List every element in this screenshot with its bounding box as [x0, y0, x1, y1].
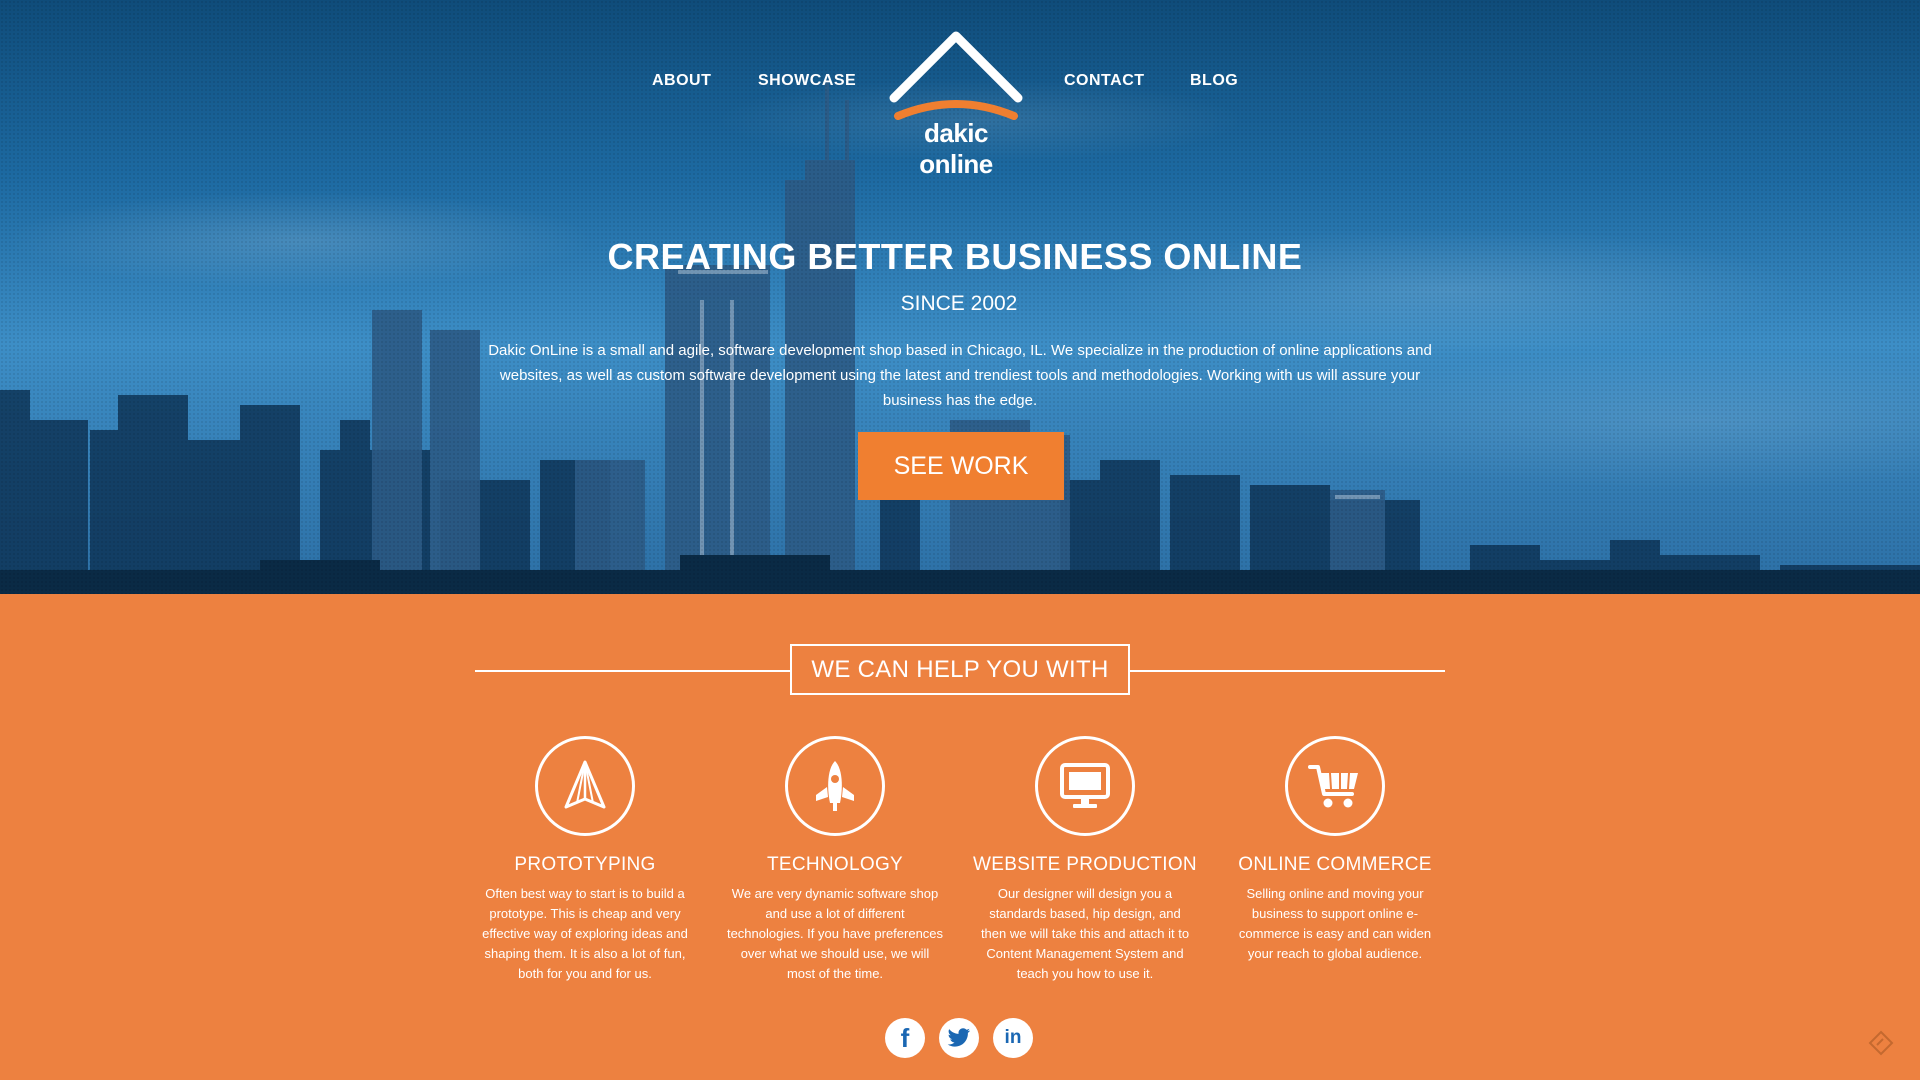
- shopping-cart-icon: [1308, 765, 1358, 808]
- service-title: PROTOTYPING: [514, 854, 656, 875]
- service-title: WEBSITE PRODUCTION: [973, 854, 1197, 875]
- service-description: Selling online and moving your business …: [1238, 886, 1432, 961]
- service-icon-circle: [535, 736, 635, 836]
- services-heading: WE CAN HELP YOU WITH: [790, 644, 1130, 695]
- hero-section: ABOUT SHOWCASE CONTACT BLOG dakic online…: [0, 0, 1920, 594]
- rocket-icon: [816, 761, 854, 811]
- paper-plane-icon: [564, 760, 606, 809]
- service-icon-circle: [1285, 736, 1385, 836]
- service-title: ONLINE COMMERCE: [1238, 854, 1432, 875]
- facebook-icon[interactable]: f: [885, 1018, 925, 1058]
- twitter-icon[interactable]: [939, 1018, 979, 1058]
- heading-divider-right: [1129, 670, 1445, 672]
- logo-wordmark[interactable]: dakic online: [884, 118, 1028, 180]
- service-icon-circle: [785, 736, 885, 836]
- nav-showcase[interactable]: SHOWCASE: [758, 72, 856, 90]
- linkedin-icon[interactable]: in: [993, 1018, 1033, 1058]
- service-technology: TECHNOLOGY We are very dynamic software …: [720, 736, 950, 984]
- service-description: We are very dynamic software shop and us…: [726, 886, 944, 981]
- nav-blog[interactable]: BLOG: [1190, 72, 1238, 90]
- service-title: TECHNOLOGY: [766, 854, 904, 875]
- see-work-button[interactable]: SEE WORK: [858, 432, 1064, 500]
- monitor-icon: [1060, 763, 1110, 808]
- heading-divider-left: [475, 670, 791, 672]
- hero-headline: CREATING BETTER BUSINESS ONLINE: [607, 236, 1303, 277]
- hero-since: SINCE 2002: [900, 292, 1018, 315]
- feedback-diamond-icon[interactable]: [1868, 1030, 1894, 1056]
- nav-contact[interactable]: CONTACT: [1064, 72, 1145, 90]
- service-description: Our designer will design you a standards…: [980, 886, 1190, 981]
- service-description: Often best way to start is to build a pr…: [482, 886, 688, 981]
- twitter-bird-icon: [947, 1028, 970, 1047]
- hero-intro: Dakic OnLine is a small and agile, softw…: [488, 342, 1432, 409]
- service-online-commerce: ONLINE COMMERCE Selling online and movin…: [1220, 736, 1450, 964]
- service-website-production: WEBSITE PRODUCTION Our designer will des…: [970, 736, 1200, 984]
- service-prototyping: PROTOTYPING Often best way to start is t…: [470, 736, 700, 984]
- nav-about[interactable]: ABOUT: [652, 72, 711, 90]
- service-icon-circle: [1035, 736, 1135, 836]
